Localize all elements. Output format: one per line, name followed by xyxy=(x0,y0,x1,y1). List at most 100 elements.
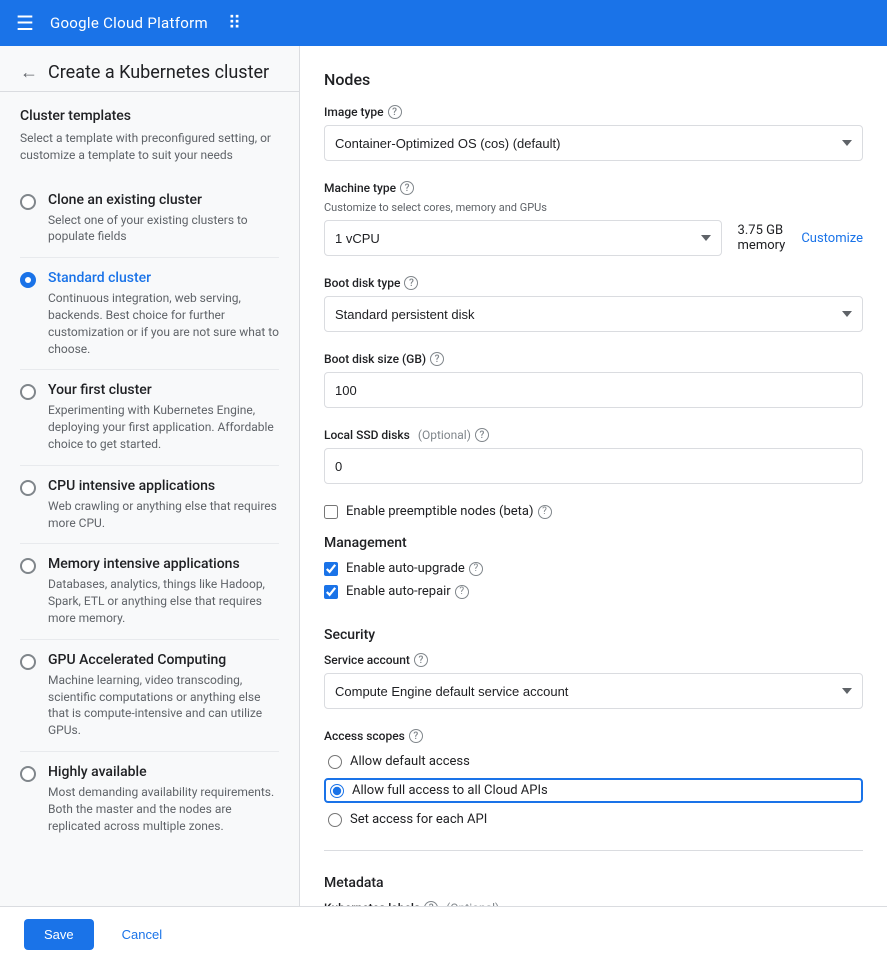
image-type-field: Image type ? Container-Optimized OS (cos… xyxy=(324,105,863,161)
boot-disk-type-field: Boot disk type ? Standard persistent dis… xyxy=(324,276,863,332)
template-item[interactable]: Highly available Most demanding availabil… xyxy=(20,752,279,846)
template-desc-4: Databases, analytics, things like Hadoop… xyxy=(48,576,279,626)
metadata-section: Metadata Kubernetes labels ? (Optional) … xyxy=(324,867,863,906)
service-account-select[interactable]: Compute Engine default service account xyxy=(324,673,863,709)
boot-disk-size-help-icon[interactable]: ? xyxy=(430,352,444,366)
management-section: Management Enable auto-upgrade ? Enable … xyxy=(324,527,863,599)
template-radio-5[interactable] xyxy=(20,654,36,670)
cluster-templates-desc: Select a template with preconfigured set… xyxy=(20,130,279,164)
vcpu-select[interactable]: 1 vCPU xyxy=(324,220,722,256)
security-section: Security Service account ? Compute Engin… xyxy=(324,619,863,830)
template-name-6: Highly available xyxy=(48,764,279,780)
template-radio-1[interactable] xyxy=(20,272,36,288)
machine-type-field: Machine type ? Customize to select cores… xyxy=(324,181,863,256)
preemptible-help-icon[interactable]: ? xyxy=(538,505,552,519)
template-desc-0: Select one of your existing clusters to … xyxy=(48,212,279,246)
template-radio-3[interactable] xyxy=(20,480,36,496)
template-desc-6: Most demanding availability requirements… xyxy=(48,784,279,834)
template-item[interactable]: Standard cluster Continuous integration, … xyxy=(20,258,279,370)
service-account-help-icon[interactable]: ? xyxy=(414,653,428,667)
cluster-templates-title: Cluster templates xyxy=(20,108,279,124)
access-scopes-help-icon[interactable]: ? xyxy=(409,729,423,743)
preemptible-label: Enable preemptible nodes (beta) ? xyxy=(346,504,552,519)
save-button[interactable]: Save xyxy=(24,919,94,950)
template-item[interactable]: Memory intensive applications Databases, … xyxy=(20,544,279,639)
cancel-button[interactable]: Cancel xyxy=(106,919,178,950)
template-name-4: Memory intensive applications xyxy=(48,556,279,572)
scope-default-label: Allow default access xyxy=(350,754,470,769)
template-list: Clone an existing cluster Select one of y… xyxy=(20,180,279,847)
template-content-3: CPU intensive applications Web crawling o… xyxy=(48,478,279,532)
topbar-dots-icon: ⠿ xyxy=(228,13,241,34)
template-content-0: Clone an existing cluster Select one of y… xyxy=(48,192,279,246)
machine-memory: 3.75 GB memory xyxy=(738,223,786,253)
image-type-help-icon[interactable]: ? xyxy=(388,105,402,119)
template-content-5: GPU Accelerated ComputingMachine learnin… xyxy=(48,652,279,739)
template-name-0: Clone an existing cluster xyxy=(48,192,279,208)
template-desc-1: Continuous integration, web serving, bac… xyxy=(48,290,279,357)
management-title: Management xyxy=(324,527,863,551)
machine-type-help-icon[interactable]: ? xyxy=(400,181,414,195)
auto-upgrade-label: Enable auto-upgrade ? xyxy=(346,561,483,576)
template-content-2: Your first clusterExperimenting with Kub… xyxy=(48,382,279,452)
right-panel: Nodes Image type ? Container-Optimized O… xyxy=(300,46,887,906)
service-account-label: Service account ? xyxy=(324,653,863,667)
local-ssd-field: Local SSD disks (Optional) ? xyxy=(324,428,863,484)
template-radio-4[interactable] xyxy=(20,558,36,574)
local-ssd-label: Local SSD disks (Optional) ? xyxy=(324,428,863,442)
template-desc-3: Web crawling or anything else that requi… xyxy=(48,498,279,532)
template-name-3: CPU intensive applications xyxy=(48,478,279,494)
template-item[interactable]: GPU Accelerated ComputingMachine learnin… xyxy=(20,640,279,752)
menu-icon[interactable]: ☰ xyxy=(16,11,34,35)
boot-disk-size-field: Boot disk size (GB) ? xyxy=(324,352,863,408)
security-title: Security xyxy=(324,619,863,643)
template-radio-6[interactable] xyxy=(20,766,36,782)
boot-disk-type-select[interactable]: Standard persistent disk xyxy=(324,296,863,332)
page-title: Create a Kubernetes cluster xyxy=(48,62,269,83)
access-scope-each-row: Set access for each API xyxy=(324,809,863,830)
cluster-templates-section: Cluster templates Select a template with… xyxy=(0,92,299,862)
local-ssd-help-icon[interactable]: ? xyxy=(475,428,489,442)
template-content-6: Highly available Most demanding availabil… xyxy=(48,764,279,834)
boot-disk-type-label: Boot disk type ? xyxy=(324,276,863,290)
nodes-section-title: Nodes xyxy=(324,62,863,89)
service-account-field: Service account ? Compute Engine default… xyxy=(324,653,863,709)
machine-type-label: Machine type ? xyxy=(324,181,863,195)
customize-link[interactable]: Customize xyxy=(801,231,863,246)
template-item[interactable]: Clone an existing cluster Select one of y… xyxy=(20,180,279,259)
auto-upgrade-checkbox[interactable] xyxy=(324,562,338,576)
preemptible-row: Enable preemptible nodes (beta) ? xyxy=(324,504,863,519)
access-scope-default-row: Allow default access xyxy=(324,751,863,772)
template-item[interactable]: CPU intensive applications Web crawling o… xyxy=(20,466,279,545)
scope-full-label: Allow full access to all Cloud APIs xyxy=(352,783,548,798)
back-button[interactable]: ← xyxy=(20,62,38,83)
auto-repair-checkbox[interactable] xyxy=(324,585,338,599)
auto-repair-label: Enable auto-repair ? xyxy=(346,584,469,599)
left-header: ← Create a Kubernetes cluster xyxy=(0,46,299,92)
template-name-1: Standard cluster xyxy=(48,270,279,286)
left-panel: ← Create a Kubernetes cluster Cluster te… xyxy=(0,46,300,906)
auto-repair-row: Enable auto-repair ? xyxy=(324,584,863,599)
scope-each-radio[interactable] xyxy=(328,813,342,827)
machine-type-sub: Customize to select cores, memory and GP… xyxy=(324,201,863,214)
boot-disk-size-input[interactable] xyxy=(324,372,863,408)
auto-upgrade-help-icon[interactable]: ? xyxy=(469,562,483,576)
scope-default-radio[interactable] xyxy=(328,755,342,769)
template-radio-2[interactable] xyxy=(20,384,36,400)
template-desc-2: Experimenting with Kubernetes Engine, de… xyxy=(48,402,279,452)
scope-full-radio[interactable] xyxy=(330,784,344,798)
boot-disk-size-label: Boot disk size (GB) ? xyxy=(324,352,863,366)
preemptible-checkbox[interactable] xyxy=(324,505,338,519)
access-scopes-group: Allow default access Allow full access t… xyxy=(324,751,863,830)
boot-disk-type-help-icon[interactable]: ? xyxy=(404,276,418,290)
template-desc-5: Machine learning, video transcoding, sci… xyxy=(48,672,279,739)
page-body: ← Create a Kubernetes cluster Cluster te… xyxy=(0,46,887,906)
footer: Save Cancel xyxy=(0,906,887,962)
template-radio-0[interactable] xyxy=(20,194,36,210)
image-type-label: Image type ? xyxy=(324,105,863,119)
local-ssd-input[interactable] xyxy=(324,448,863,484)
auto-upgrade-row: Enable auto-upgrade ? xyxy=(324,561,863,576)
template-item[interactable]: Your first clusterExperimenting with Kub… xyxy=(20,370,279,465)
auto-repair-help-icon[interactable]: ? xyxy=(455,585,469,599)
image-type-select[interactable]: Container-Optimized OS (cos) (default) xyxy=(324,125,863,161)
